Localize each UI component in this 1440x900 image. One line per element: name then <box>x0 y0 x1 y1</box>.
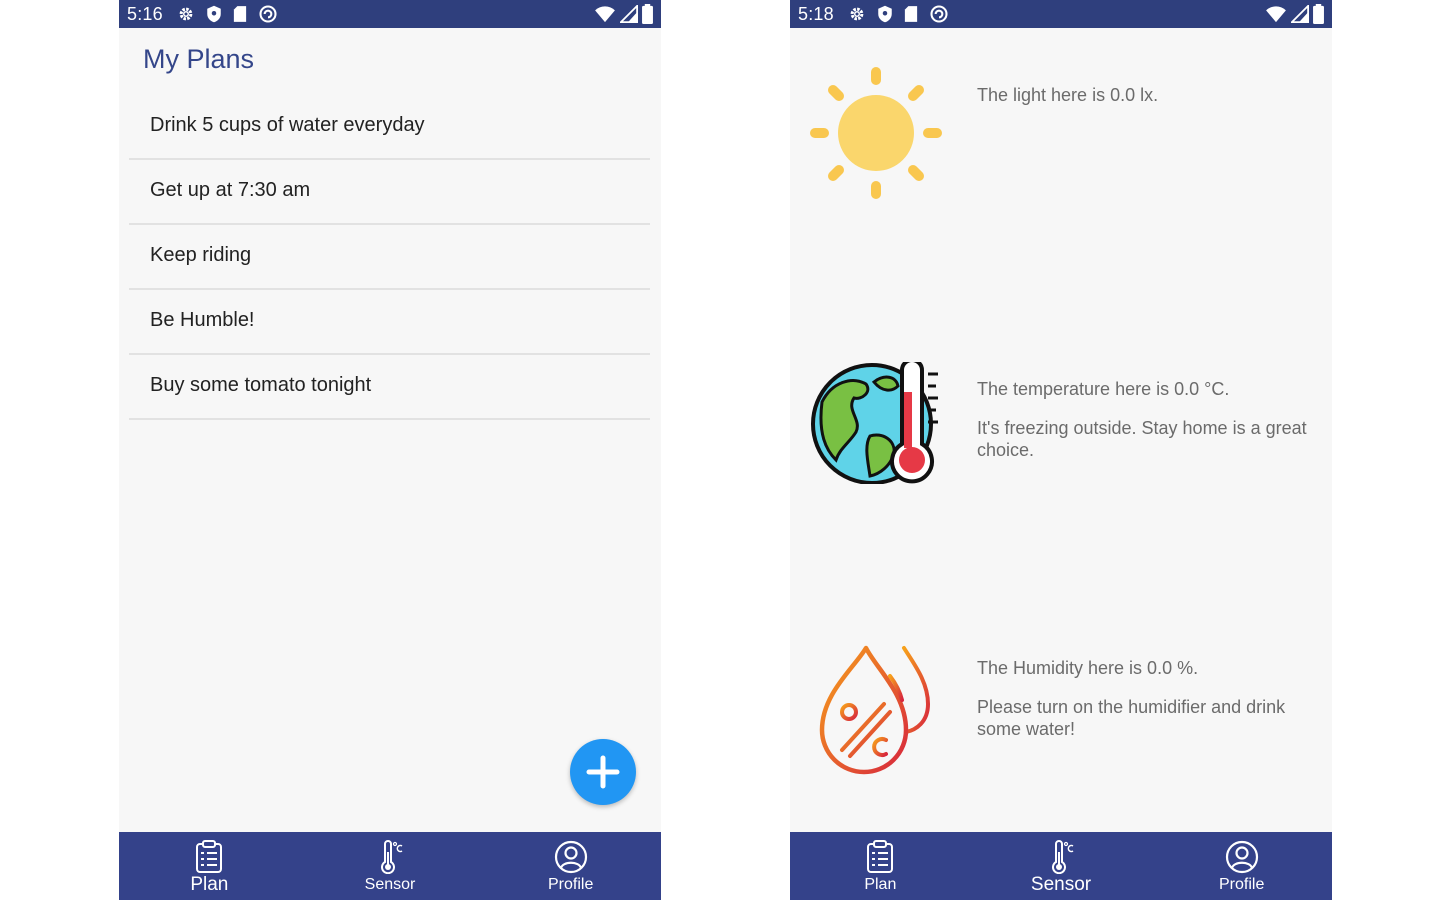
nav-profile-label: Profile <box>1219 876 1265 893</box>
plus-icon <box>586 755 620 789</box>
nav-plan-label: Plan <box>190 874 229 895</box>
status-bar: 5:18 <box>790 0 1332 28</box>
settings-status-icon <box>179 7 193 21</box>
temperature-reading: The temperature here is 0.0 °C. <box>977 379 1230 399</box>
humidity-drops-icon <box>819 645 931 775</box>
plan-list: Drink 5 cups of water everyday Get up at… <box>129 96 650 421</box>
light-text-block: The light here is 0.0 lx. <box>977 84 1325 123</box>
plan-item[interactable]: Get up at 7:30 am <box>129 161 650 225</box>
profile-icon <box>1225 840 1258 874</box>
nav-sensor-label: Sensor <box>1030 874 1092 895</box>
sd-card-status-icon <box>233 6 246 22</box>
humidity-advice: Please turn on the humidifier and drink … <box>977 697 1286 739</box>
profile-icon <box>554 840 587 874</box>
sync-status-icon <box>930 5 948 23</box>
nav-plan[interactable]: Plan <box>790 832 971 900</box>
plan-item[interactable]: Buy some tomato tonight <box>129 356 650 420</box>
signal-status-icon <box>1291 5 1309 23</box>
plan-item[interactable]: Keep riding <box>129 226 650 290</box>
status-time: 5:16 <box>127 3 163 24</box>
signal-status-icon <box>620 5 638 23</box>
humidity-text-block: The Humidity here is 0.0 %. Please turn … <box>977 657 1325 757</box>
nav-profile[interactable]: Profile <box>1151 832 1332 900</box>
plan-item[interactable]: Drink 5 cups of water everyday <box>129 96 650 160</box>
sensor-screen: 5:18 The light here is 0.0 lx. The tempe… <box>790 0 1332 900</box>
thermometer-icon <box>1052 840 1074 874</box>
nav-plan[interactable]: Plan <box>119 832 300 900</box>
battery-status-icon <box>1313 4 1324 24</box>
wifi-status-icon <box>1266 6 1286 23</box>
temperature-text-block: The temperature here is 0.0 °C. It's fre… <box>977 378 1325 478</box>
humidity-reading: The Humidity here is 0.0 %. <box>977 658 1199 678</box>
battery-status-icon <box>642 4 653 24</box>
plans-screen: 5:16 My Plans Drink 5 cups of water ever… <box>119 0 661 900</box>
nav-plan-label: Plan <box>864 876 897 893</box>
shield-status-icon <box>878 5 892 23</box>
page-title: My Plans <box>143 44 255 74</box>
nav-profile[interactable]: Profile <box>480 832 661 900</box>
light-reading: The light here is 0.0 lx. <box>977 85 1159 105</box>
bottom-navigation: Plan Sensor Profile <box>119 832 661 900</box>
bottom-navigation: Plan Sensor Profile <box>790 832 1332 900</box>
sync-status-icon <box>259 5 277 23</box>
status-time: 5:18 <box>798 3 834 24</box>
sun-icon <box>810 67 942 199</box>
globe-thermometer-icon <box>811 362 938 484</box>
nav-sensor-label: Sensor <box>364 876 416 893</box>
status-bar: 5:16 <box>119 0 661 28</box>
nav-profile-label: Profile <box>548 876 594 893</box>
sd-card-status-icon <box>904 6 917 22</box>
clipboard-icon <box>867 840 894 873</box>
add-plan-button[interactable] <box>570 739 636 805</box>
plan-item[interactable]: Be Humble! <box>129 291 650 355</box>
settings-status-icon <box>850 7 864 21</box>
temperature-advice: It's freezing outside. Stay home is a gr… <box>977 418 1307 460</box>
shield-status-icon <box>207 5 221 23</box>
nav-sensor[interactable]: Sensor <box>300 832 481 900</box>
nav-sensor[interactable]: Sensor <box>971 832 1152 900</box>
thermometer-icon <box>381 840 403 874</box>
clipboard-icon <box>196 840 223 873</box>
wifi-status-icon <box>595 6 615 23</box>
